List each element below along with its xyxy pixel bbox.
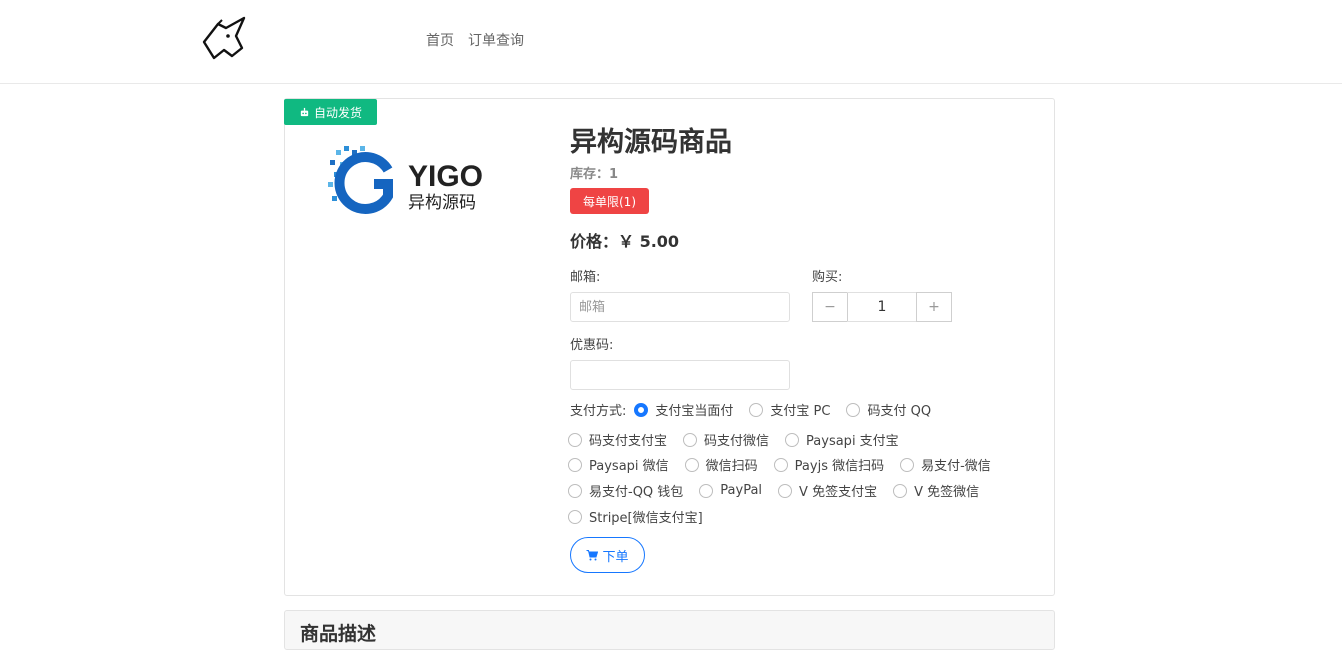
coupon-input[interactable] (570, 360, 790, 390)
payment-row-2: 码支付支付宝 码支付微信 Paysapi 支付宝 (568, 430, 899, 449)
payment-row-3: Paysapi 微信 微信扫码 Payjs 微信扫码 易支付-微信 (568, 455, 991, 474)
payment-option[interactable]: 码支付支付宝 (568, 430, 667, 449)
radio-icon[interactable] (846, 402, 861, 417)
payment-row-1: 支付方式: 支付宝当面付 支付宝 PC 码支付 QQ (570, 400, 931, 419)
payment-option[interactable]: 微信扫码 (684, 455, 758, 474)
radio-icon[interactable] (699, 483, 714, 498)
radio-icon[interactable] (893, 483, 908, 498)
payment-option[interactable]: Stripe[微信支付宝] (568, 507, 703, 526)
payment-option[interactable]: V 免签微信 (893, 481, 979, 500)
radio-icon[interactable] (785, 432, 800, 447)
quantity-stepper[interactable]: 1 (847, 292, 917, 322)
image-cn-text: 异构源码 (408, 193, 476, 213)
description-card: 商品描述 (284, 610, 1055, 650)
radio-icon[interactable] (778, 483, 793, 498)
radio-icon[interactable] (568, 432, 582, 447)
image-brand-text: YIGO (408, 160, 483, 193)
radio-icon[interactable] (568, 483, 582, 498)
payment-option[interactable]: 支付宝当面付 (634, 400, 733, 419)
buy-label: 购买: (812, 270, 843, 285)
radio-icon[interactable] (683, 432, 698, 447)
order-limit-badge: 每单限(1) (570, 188, 649, 214)
payment-option[interactable]: 码支付 QQ (846, 400, 931, 419)
payment-option[interactable]: 易支付-QQ 钱包 (568, 481, 683, 500)
payment-option[interactable]: 易支付-微信 (900, 455, 991, 474)
payment-option[interactable]: Paysapi 支付宝 (785, 430, 899, 449)
quantity-decrease-button[interactable]: − (812, 292, 848, 322)
quantity-increase-button[interactable]: + (916, 292, 952, 322)
product-title: 异构源码商品 (570, 127, 732, 158)
description-title: 商品描述 (300, 623, 377, 645)
payment-option[interactable]: PayPal (699, 483, 762, 498)
coupon-label: 优惠码: (570, 338, 614, 353)
place-order-label: 下单 (602, 549, 629, 565)
cart-icon (586, 550, 599, 561)
stock-count: 库存：1 (570, 167, 619, 182)
radio-icon[interactable] (773, 457, 788, 472)
place-order-button[interactable]: 下单 (570, 537, 645, 573)
email-input[interactable] (570, 292, 790, 322)
radio-icon[interactable] (568, 457, 582, 472)
payment-option[interactable]: 支付宝 PC (749, 400, 830, 419)
payment-option[interactable]: Payjs 微信扫码 (773, 455, 884, 474)
main-nav: 首页 订单查询 (426, 30, 524, 50)
payment-method-label: 支付方式: (570, 404, 627, 419)
payment-option[interactable]: 码支付微信 (683, 430, 769, 449)
nav-order-query-link[interactable]: 订单查询 (468, 30, 524, 50)
nav-home-link[interactable]: 首页 (426, 30, 454, 50)
radio-icon[interactable] (749, 402, 764, 417)
radio-icon[interactable] (684, 457, 699, 472)
top-navbar: 首页 订单查询 (0, 0, 1342, 84)
robot-icon (300, 107, 309, 116)
unicorn-logo-icon[interactable] (198, 16, 250, 62)
radio-selected-icon[interactable] (634, 402, 649, 417)
payment-option[interactable]: V 免签支付宝 (778, 481, 877, 500)
product-price: 价格：￥ 5.00 (570, 232, 680, 251)
radio-icon[interactable] (900, 457, 915, 472)
ribbon-label: 自动发货 (313, 105, 362, 120)
payment-row-4: 易支付-QQ 钱包 PayPal V 免签支付宝 V 免签微信 (568, 481, 979, 500)
payment-option[interactable]: Paysapi 微信 (568, 455, 669, 474)
auto-delivery-ribbon: 自动发货 (284, 99, 377, 125)
radio-icon[interactable] (568, 509, 582, 524)
payment-row-5: Stripe[微信支付宝] (568, 507, 703, 526)
email-label: 邮箱: (570, 270, 601, 285)
product-image: YIGO 异构源码 (328, 146, 483, 214)
